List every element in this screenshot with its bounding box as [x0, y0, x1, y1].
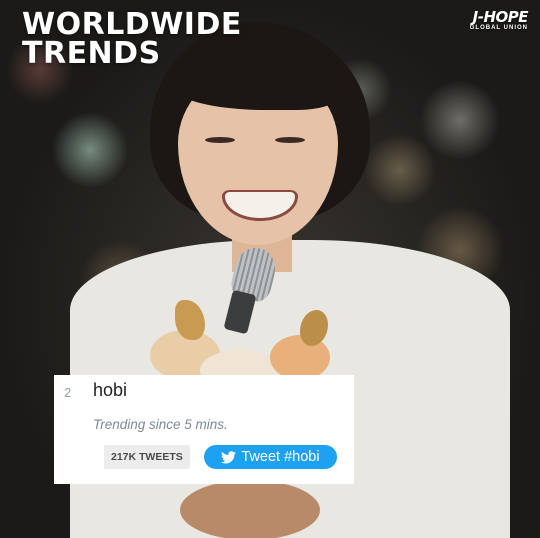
trend-card: 2 hobi Trending since 5 mins. 217K TWEET…: [54, 375, 354, 484]
tweet-count-badge: 217K TWEETS: [104, 445, 190, 469]
trend-term[interactable]: hobi: [93, 380, 127, 401]
brand-logo: J-HOPE GLOBAL UNION: [469, 8, 529, 31]
right-eye: [275, 137, 305, 143]
tweet-button[interactable]: Tweet #hobi: [204, 445, 337, 469]
tweet-button-label: Tweet #hobi: [241, 449, 320, 465]
brand-name: J-HOPE: [472, 8, 529, 26]
bouquet-bottom: [180, 480, 320, 538]
left-eye: [205, 137, 235, 143]
headline: WORLDWIDE TRENDS: [22, 10, 242, 71]
trend-since: Trending since 5 mins.: [93, 417, 228, 432]
trend-rank: 2: [64, 385, 72, 400]
twitter-bird-icon: [221, 450, 237, 463]
headline-line-2: TRENDS: [22, 36, 161, 71]
brand-subtitle: GLOBAL UNION: [469, 25, 528, 31]
